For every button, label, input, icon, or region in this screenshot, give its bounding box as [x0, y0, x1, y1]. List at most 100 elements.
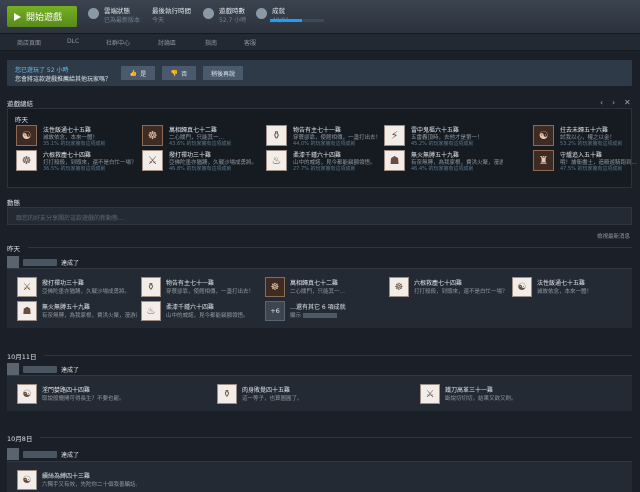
activity-card: ☯ 淫門婪路四十四難 取說般攤開可得長生？不要也罷。 ⚱ 肉身敗覺四十五難 這一等…: [7, 375, 632, 411]
achievement-icon: ☸: [389, 277, 409, 297]
more-achievements-sub: 顯示: [290, 311, 337, 319]
activity-achievement[interactable]: ☗ 無火無膊五十九難 有奈無膊，為我家根，費洪火聚，漫游道部。: [17, 301, 137, 323]
username-redacted[interactable]: [23, 258, 57, 266]
achievement-desc: 亞佛陀墨亦猶踴，久戰沙場成勇將。: [42, 289, 131, 295]
play-button[interactable]: 開始遊戲: [7, 6, 77, 27]
achievement-icon: ♨: [141, 301, 161, 321]
achievement-item[interactable]: ♜ 守爐追入五十難 哦！爐衛盡土，造殿遊騎跑到… 47.5% 的玩家擁有這項成就: [533, 150, 640, 176]
activity-user: 達成了: [7, 363, 79, 375]
prev-arrow-icon[interactable]: ‹: [600, 98, 603, 107]
review-question: 您會將這款遊戲推薦給其他玩家嗎？: [15, 76, 112, 83]
nav-community-hub[interactable]: 社群中心: [106, 38, 130, 47]
achievements-panel: 昨天 ☯ 法性飯通七十五難 滅故依念，本來一體！ 35.1% 的玩家擁有這項成就…: [7, 108, 637, 188]
nav-dlc[interactable]: DLC: [67, 38, 79, 45]
achievement-item[interactable]: ☯ 拄去未歸五十六難 試我以心，權之以金！ 53.2% 的玩家擁有這項成就: [533, 125, 640, 151]
activity-achievement[interactable]: ☸ 六根救塵七十四難 打打殺殺，到頭來，還不是白忙一場？: [389, 277, 508, 299]
achievement-icon: ☸: [142, 125, 163, 146]
achievement-icon: ⚔: [142, 150, 163, 171]
activity-user: 達成了: [7, 448, 79, 460]
activity-achievement[interactable]: ⚱ 物告有主七十一難 穿蓑卻靠，使館相傳，一盞打出去！: [141, 277, 259, 299]
more-achievements-text: …還有其它 6 項成就: [290, 304, 346, 311]
achievement-item[interactable]: ⚱ 物告有主七十一難 穿蓑卻靠，使館相傳，一盞打出去！ 44.0% 的玩家擁有這…: [266, 125, 384, 151]
achievement-icon: ☗: [384, 150, 405, 171]
achievement-item[interactable]: ⚡ 雷中鬼樞六十五難 五雷轟頂時，去他才是第一！ 45.2% 的玩家擁有這項成就: [384, 125, 502, 151]
activity-achievement[interactable]: ☸ 萬相歸真七十二難 二心關門，只能其一…: [265, 277, 383, 299]
activity-achievement[interactable]: ⚔ 鐵刀高革三十一難 斷說切切切，結果又欲又刷。: [420, 384, 538, 406]
achievement-item[interactable]: ☗ 無火無膊五十九難 有奈無膊，為我家根，費洪火聚，漫游道部。 46.4% 的玩…: [384, 150, 503, 176]
game-nav: 商店頁面 DLC 社群中心 討論區 指南 客服: [0, 34, 640, 51]
achievement-icon: ☸: [16, 150, 37, 171]
activity-input[interactable]: 跟您的好友分享關於這款遊戲的新動態…: [7, 207, 632, 225]
close-icon[interactable]: ✕: [624, 98, 631, 107]
activity-user: 達成了: [7, 256, 79, 268]
achievement-item[interactable]: ♨ 柔漆千鍾六十四難 山中的威諾，見今都能竊額領悟。 27.7% 的玩家擁有這項…: [266, 150, 384, 176]
achievement-desc: 這一等子，也算圖圓了。: [242, 396, 303, 402]
play-label: 開始遊戲: [26, 13, 63, 23]
nav-guides[interactable]: 指南: [205, 38, 217, 47]
review-prompt: 您已遊玩了 52 小時 您會將這款遊戲推薦給其他玩家嗎？ 👍 是 👎 否 稍後再說: [7, 60, 632, 86]
achievement-name: 法性飯通七十五難: [537, 280, 586, 287]
recommend-yes-button[interactable]: 👍 是: [121, 66, 155, 80]
achievement-icon: ⚱: [266, 125, 287, 146]
achievement-progress-bar: [270, 19, 324, 22]
achievement-name: 六根救塵七十四難: [414, 280, 463, 287]
achievement-name: 無火無膊五十九難: [42, 304, 91, 311]
achievement-icon: ⚱: [141, 277, 161, 297]
achievement-item[interactable]: ☸ 萬相歸真七十二難 二心關門，只能其一… 43.6% 的玩家擁有這項成就: [142, 125, 260, 151]
view-latest-link[interactable]: 檢視最新消息: [597, 232, 630, 240]
achievements-group-label: 昨天: [15, 116, 28, 124]
achievements-stat[interactable]: 成就48/81: [256, 7, 289, 25]
thumbs-down-icon: 👎: [170, 69, 179, 77]
achievement-item[interactable]: ⚔ 撥打禪功三十難 亞佛陀墨亦猶踴，久戰沙場成勇將。 46.8% 的玩家擁有這項…: [142, 150, 260, 176]
achievement-icon: ☯: [512, 277, 532, 297]
avatar[interactable]: [7, 256, 19, 268]
achievement-name: 撥打禪功三十難: [42, 280, 85, 287]
activity-achievement[interactable]: ⚔ 撥打禪功三十難 亞佛陀墨亦猶踴，久戰沙場成勇將。: [17, 277, 135, 299]
nav-store-page[interactable]: 商店頁面: [17, 38, 41, 47]
avatar[interactable]: [7, 448, 19, 460]
play-time: 遊戲時數 52.7 小時: [203, 7, 246, 25]
achievement-name: 淫門婪路四十四難: [42, 387, 91, 394]
nav-discussions[interactable]: 討論區: [158, 38, 176, 47]
achievement-desc: 山中的威諾，見今都能竊額領悟。: [166, 313, 249, 319]
username-redacted[interactable]: [23, 365, 57, 373]
achievement-item[interactable]: ☯ 法性飯通七十五難 滅故依念，本來一體！ 35.1% 的玩家擁有這項成就: [16, 125, 134, 151]
achievement-item[interactable]: ☸ 六根救塵七十四難 打打殺殺，到頭來，還不是白忙一場？ 36.5% 的玩家擁有…: [16, 150, 135, 176]
achievement-desc: 斷說切切切，結果又欲又刷。: [445, 396, 517, 402]
cloud-icon: [88, 8, 99, 19]
achievement-icon: ☯: [17, 470, 37, 490]
next-arrow-icon[interactable]: ›: [612, 98, 615, 107]
nav-support[interactable]: 客服: [244, 38, 256, 47]
achievement-icon: ☯: [16, 125, 37, 146]
thumbs-up-icon: 👍: [129, 69, 138, 77]
achievement-icon: ⚔: [17, 277, 37, 297]
achievement-desc: 六獨手又有效，先陀你二十個我善騙話。: [42, 482, 137, 488]
activity-achievement[interactable]: ☯ 續絲為縛四十三難 六獨手又有效，先陀你二十個我善騙話。: [17, 470, 137, 492]
more-achievements-button[interactable]: +6 …還有其它 6 項成就 顯示: [265, 301, 383, 323]
achievement-rarity: 46.4% 的玩家擁有這項成就: [411, 166, 474, 172]
activity-achievement[interactable]: ☯ 法性飯通七十五難 滅故依念，本來一體！: [512, 277, 630, 299]
username-redacted[interactable]: [23, 450, 57, 458]
recommend-no-button[interactable]: 👎 否: [162, 66, 196, 80]
activity-date: 昨天: [7, 245, 20, 253]
achievement-rarity: 27.7% 的玩家擁有這項成就: [293, 166, 356, 172]
achievement-icon: ☸: [265, 277, 285, 297]
achievement-icon: ☯: [17, 384, 37, 404]
achievement-rarity: 46.8% 的玩家擁有這項成就: [169, 166, 232, 172]
activity-date: 10月11日: [7, 353, 37, 361]
review-later-button[interactable]: 稍後再說: [203, 66, 243, 80]
achievement-desc: 取說般攤開可得長生？不要也罷。: [42, 396, 125, 402]
achievement-desc: 滅故依念，本來一體！: [537, 289, 593, 295]
achievement-icon: ⚔: [420, 384, 440, 404]
achievement-rarity: 53.2% 的玩家擁有這項成就: [560, 141, 623, 147]
achievement-icon: ⚡: [384, 125, 405, 146]
avatar[interactable]: [7, 363, 19, 375]
achievement-progress-fill: [270, 19, 302, 22]
activity-achievement[interactable]: ☯ 淫門婪路四十四難 取說般攤開可得長生？不要也罷。: [17, 384, 135, 406]
activity-achievement[interactable]: ♨ 柔漆千鍾六十四難 山中的威諾，見今都能竊額領悟。: [141, 301, 259, 323]
achievement-icon: ⚱: [217, 384, 237, 404]
activity-achievement[interactable]: ⚱ 肉身敗覺四十五難 這一等子，也算圖圓了。: [217, 384, 335, 406]
achievement-desc: 二心關門，只能其一…: [290, 289, 346, 295]
achievement-icon: ☯: [533, 125, 554, 146]
divider: [44, 355, 632, 356]
